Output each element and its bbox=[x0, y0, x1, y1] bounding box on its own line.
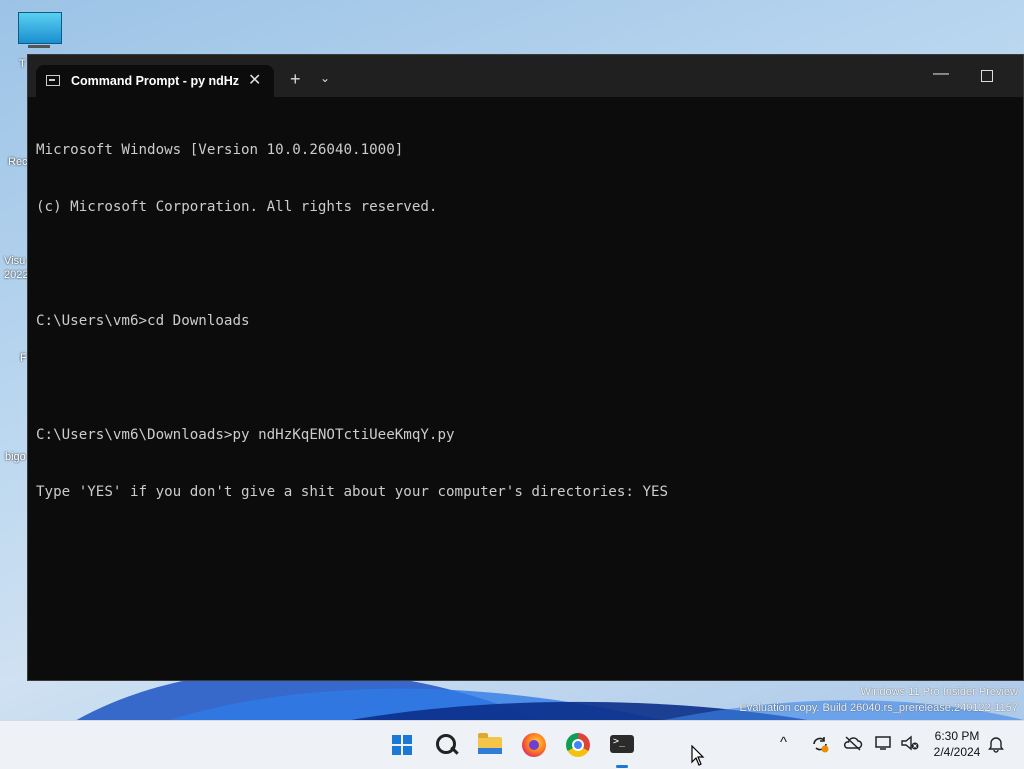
clock-time: 6:30 PM bbox=[934, 729, 980, 743]
terminal-icon bbox=[610, 735, 634, 753]
title-bar[interactable]: Command Prompt - py ndHz ✕ + ⌄ — bbox=[28, 55, 1023, 97]
tab-title: Command Prompt - py ndHz bbox=[71, 74, 240, 88]
cmd-icon bbox=[46, 75, 60, 86]
terminal-window[interactable]: Command Prompt - py ndHz ✕ + ⌄ — Microso… bbox=[27, 54, 1024, 681]
console-line: Microsoft Windows [Version 10.0.26040.10… bbox=[36, 142, 404, 158]
chevron-down-icon[interactable]: ⌄ bbox=[320, 71, 330, 85]
new-tab-button[interactable]: + bbox=[290, 69, 301, 90]
firefox-button[interactable] bbox=[518, 729, 550, 761]
tab-close-button[interactable]: ✕ bbox=[248, 70, 261, 90]
console-line: C:\Users\vm6\Downloads>py ndHzKqENOTctiU… bbox=[36, 427, 455, 443]
console-line: (c) Microsoft Corporation. All rights re… bbox=[36, 199, 438, 215]
update-icon[interactable] bbox=[810, 735, 830, 757]
file-explorer-button[interactable] bbox=[474, 729, 506, 761]
mouse-cursor-icon bbox=[691, 745, 705, 766]
maximize-button[interactable] bbox=[981, 70, 993, 82]
console-line: C:\Users\vm6>cd Downloads bbox=[36, 313, 250, 329]
volume-muted-icon[interactable] bbox=[900, 735, 920, 755]
chrome-icon bbox=[566, 733, 590, 757]
watermark-line-1: Windows 11 Pro Insider Preview bbox=[860, 686, 1018, 698]
taskbar: ^ 6:30 PM 2/4/2024 bbox=[0, 720, 1024, 769]
tab-command-prompt[interactable]: Command Prompt - py ndHz ✕ bbox=[36, 65, 274, 97]
network-icon[interactable] bbox=[874, 735, 894, 755]
clock-date: 2/4/2024 bbox=[933, 745, 981, 759]
start-icon bbox=[392, 735, 412, 755]
terminal-button[interactable] bbox=[606, 729, 638, 768]
clock[interactable]: 6:30 PM 2/4/2024 bbox=[924, 728, 990, 760]
firefox-icon bbox=[522, 733, 546, 757]
notification-bell-icon[interactable] bbox=[988, 735, 1004, 757]
monitor-icon bbox=[18, 12, 62, 44]
watermark-line-2: Evaluation copy. Build 26040.rs_prerelea… bbox=[739, 702, 1018, 714]
console-line: Type 'YES' if you don't give a shit abou… bbox=[36, 484, 669, 500]
show-hidden-icons-button[interactable]: ^ bbox=[780, 734, 787, 751]
onedrive-offline-icon[interactable] bbox=[843, 735, 863, 755]
search-button[interactable] bbox=[430, 729, 462, 761]
start-button[interactable] bbox=[386, 729, 418, 761]
console-output[interactable]: Microsoft Windows [Version 10.0.26040.10… bbox=[36, 103, 1016, 663]
minimize-button[interactable]: — bbox=[933, 65, 949, 83]
chrome-button[interactable] bbox=[562, 729, 594, 761]
file-explorer-icon bbox=[478, 733, 502, 754]
